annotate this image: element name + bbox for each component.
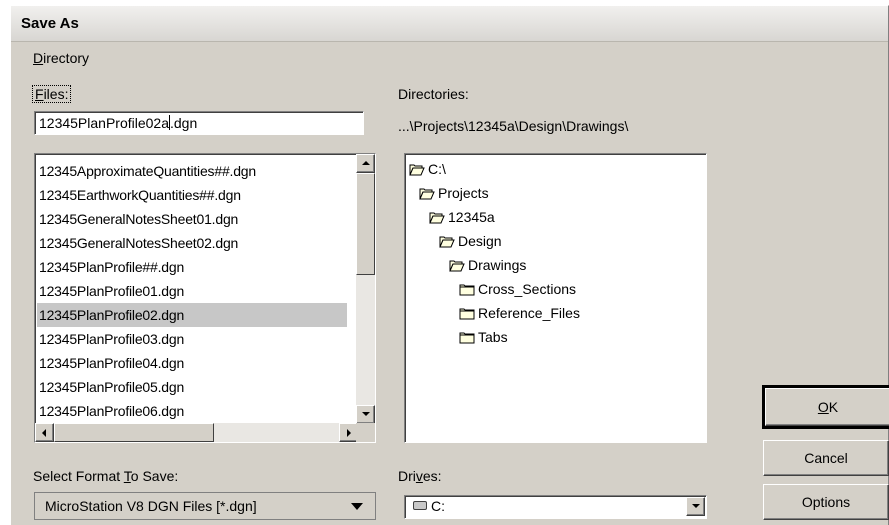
file-list-item[interactable]: 12345PlanProfile03.dgn [37,327,347,351]
directory-item-label: Cross_Sections [478,281,577,297]
directory-item-label: C:\ [428,161,446,177]
ok-button[interactable]: OK [762,385,889,429]
files-listbox[interactable]: 12345ApproximateQuantities##.dgn 12345Ear… [34,153,376,443]
horizontal-scroll-thumb[interactable] [54,423,214,442]
files-horizontal-scrollbar[interactable] [35,423,358,442]
open-folder-icon [409,163,425,176]
drives-dropdown-button[interactable] [686,497,705,516]
file-list-item[interactable]: 12345PlanProfile06.dgn [37,399,347,423]
up-arrow-icon [362,161,370,165]
directory-item-label: Projects [438,185,489,201]
folder-icon [459,283,475,296]
open-folder-icon [429,211,445,224]
directory-item[interactable]: Design [439,230,502,252]
vertical-scroll-thumb[interactable] [356,173,375,275]
directory-item[interactable]: Reference_Files [459,302,580,324]
drives-select[interactable]: C: [404,495,707,519]
chevron-down-icon [692,504,700,508]
drives-label: Drives: [398,468,442,484]
file-list-item[interactable]: 12345PlanProfile05.dgn [37,375,347,399]
file-list-item[interactable]: 12345PlanProfile02.dgn [37,303,347,327]
format-label: Select Format To Save: [33,468,179,484]
scroll-left-button[interactable] [35,423,54,442]
folder-icon [459,331,475,344]
dropdown-arrow-icon [351,503,363,510]
directory-item[interactable]: Projects [419,182,489,204]
format-select[interactable]: MicroStation V8 DGN Files [*.dgn] [34,492,376,520]
cancel-button[interactable]: Cancel [763,440,889,476]
drive-icon [413,501,427,510]
file-list-item[interactable]: 12345PlanProfile04.dgn [37,351,347,375]
directory-item[interactable]: C:\ [409,158,446,180]
title-bar[interactable]: Save As [11,6,888,42]
left-arrow-icon [42,429,46,437]
directory-item[interactable]: Drawings [449,254,526,276]
file-list-item[interactable]: 12345PlanProfile01.dgn [37,279,347,303]
file-list: 12345ApproximateQuantities##.dgn 12345Ear… [37,159,347,423]
file-list-item[interactable]: 12345GeneralNotesSheet02.dgn [37,231,347,255]
directory-item-label: Tabs [478,329,508,345]
down-arrow-icon [362,412,370,416]
menu-directory[interactable]: Directory [33,50,89,66]
open-folder-icon [419,187,435,200]
directories-listbox[interactable]: C:\ Projects 12345a Design Drawings Cross_Sec… [404,153,707,443]
current-directory-path: ...\Projects\12345a\Design\Drawings\ [398,118,629,134]
menu-bar: Directory [11,43,888,71]
open-folder-icon [439,235,455,248]
open-folder-icon [449,259,465,272]
directory-item-label: Drawings [468,257,527,273]
drive-selected-value: C: [413,498,445,514]
directory-item-label: Design [458,233,502,249]
scrollbar-corner [356,423,375,442]
file-list-item[interactable]: 12345ApproximateQuantities##.dgn [37,159,347,183]
files-label: Files: [31,85,72,103]
directory-item-label: 12345a [448,209,495,225]
directories-label: Directories: [398,86,469,102]
dialog-title: Save As [21,15,79,32]
directory-item-label: Reference_Files [478,305,580,321]
folder-icon [459,307,475,320]
save-as-dialog: Save As Directory Files: 12345PlanProfil… [10,5,889,525]
filename-input[interactable]: 12345PlanProfile02a.dgn [34,111,364,135]
right-arrow-icon [347,429,351,437]
directory-item[interactable]: Tabs [459,326,508,348]
format-selected-value: MicroStation V8 DGN Files [*.dgn] [45,498,257,514]
scroll-up-button[interactable] [356,154,375,173]
scroll-down-button[interactable] [356,405,375,424]
directory-item[interactable]: 12345a [429,206,495,228]
file-list-item[interactable]: 12345EarthworkQuantities##.dgn [37,183,347,207]
file-list-item[interactable]: 12345PlanProfile##.dgn [37,255,347,279]
file-list-item[interactable]: 12345GeneralNotesSheet01.dgn [37,207,347,231]
options-button[interactable]: Options [763,484,889,520]
files-vertical-scrollbar[interactable] [356,154,375,424]
directory-item[interactable]: Cross_Sections [459,278,576,300]
